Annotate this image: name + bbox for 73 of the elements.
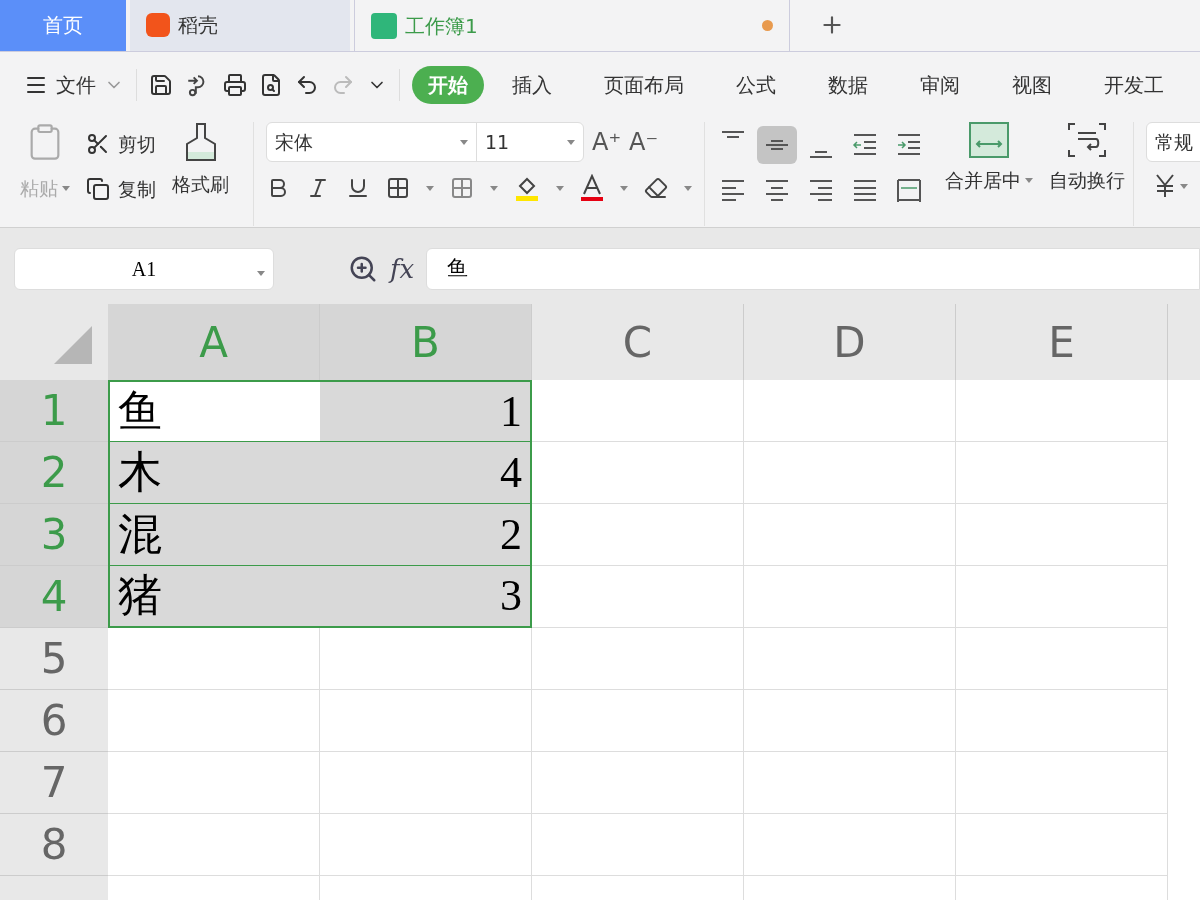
alignment-icon	[720, 130, 746, 140]
row-header[interactable]: 7	[0, 752, 108, 814]
wrap-text-icon	[1067, 122, 1107, 158]
merge-cells-icon	[969, 122, 1009, 158]
caret-icon	[684, 185, 692, 191]
row-header[interactable]: 6	[0, 690, 108, 752]
ribbon-tab[interactable]: 数据	[812, 66, 884, 104]
zoom-icon[interactable]	[348, 254, 378, 284]
alignment-icon	[852, 178, 878, 204]
save-icon[interactable]	[149, 73, 173, 97]
table-cell: 木	[108, 442, 320, 504]
file-menu-button[interactable]: 文件	[24, 70, 124, 100]
tab-label: 工作簿1	[405, 12, 478, 40]
table-cell: 3	[320, 566, 532, 628]
ribbon-tab[interactable]: 页面布局	[588, 66, 700, 104]
tab-label: 稻壳	[178, 12, 218, 39]
undo-icon[interactable]	[295, 73, 319, 97]
alignment-icon	[720, 178, 746, 204]
caret-icon	[620, 185, 628, 191]
copy-icon	[86, 176, 110, 201]
row-header[interactable]: 5	[0, 628, 108, 690]
alignment-icon	[764, 178, 790, 204]
print-icon[interactable]	[223, 73, 247, 97]
table-cell: 2	[320, 504, 532, 566]
table-cell: 4	[320, 442, 532, 504]
row-header[interactable]: 8	[0, 814, 108, 876]
caret-icon	[426, 185, 434, 191]
underline-icon[interactable]	[346, 176, 370, 200]
merge-center-button[interactable]: 合并居中	[937, 122, 1041, 195]
cut-button[interactable]: 剪切	[86, 130, 156, 159]
tab-label: 首页	[43, 12, 83, 39]
alignment-icon	[808, 178, 834, 204]
number-format-field[interactable]: 常规	[1146, 122, 1200, 162]
ribbon-tab[interactable]: 公式	[720, 66, 792, 104]
increase-font-button[interactable]: A⁺	[592, 124, 622, 160]
caret-icon	[556, 185, 564, 191]
formula-field[interactable]: 鱼	[426, 248, 1200, 290]
table-cell: 猪	[108, 566, 320, 628]
scissors-icon	[86, 132, 110, 157]
border-icon[interactable]	[386, 176, 410, 200]
alignment-icon	[808, 150, 834, 160]
font-color-icon[interactable]	[580, 174, 604, 202]
brush-icon	[183, 122, 218, 162]
leaf-logo-icon	[146, 13, 170, 37]
ribbon-tab[interactable]: 开发工	[1088, 66, 1180, 104]
print-preview-icon[interactable]	[259, 73, 283, 97]
function-button[interactable]: fx	[390, 249, 415, 289]
alignment-icon	[896, 132, 922, 158]
table-cell: 混	[108, 504, 320, 566]
caret-icon	[62, 185, 70, 191]
alignment-icon	[896, 178, 922, 204]
ribbon-tab[interactable]: 审阅	[904, 66, 976, 104]
cell-style-icon[interactable]	[450, 176, 474, 200]
copy-button[interactable]: 复制	[86, 174, 156, 203]
caret-icon	[1025, 177, 1033, 183]
caret-icon	[490, 185, 498, 191]
caret-icon	[1180, 183, 1188, 189]
ribbon-tab[interactable]: 插入	[496, 66, 568, 104]
document-tab[interactable]: 稻壳	[130, 0, 350, 51]
table-cell: 鱼	[108, 380, 320, 442]
wrap-text-button[interactable]: 自动换行	[1041, 122, 1134, 226]
ribbon-tab[interactable]: 视图	[996, 66, 1068, 104]
eraser-icon[interactable]	[644, 176, 668, 200]
align-button[interactable]	[757, 126, 797, 164]
format-painter-button[interactable]: 格式刷	[172, 122, 229, 226]
name-box[interactable]: A1	[14, 248, 274, 290]
table-cell: 1	[320, 380, 532, 442]
decrease-font-button[interactable]: A⁻	[629, 124, 659, 160]
spreadsheet-logo-icon	[371, 12, 397, 39]
alignment-icon	[764, 139, 790, 151]
currency-icon[interactable]	[1154, 174, 1176, 198]
alignment-icon	[852, 132, 878, 158]
caret-icon	[257, 271, 265, 276]
